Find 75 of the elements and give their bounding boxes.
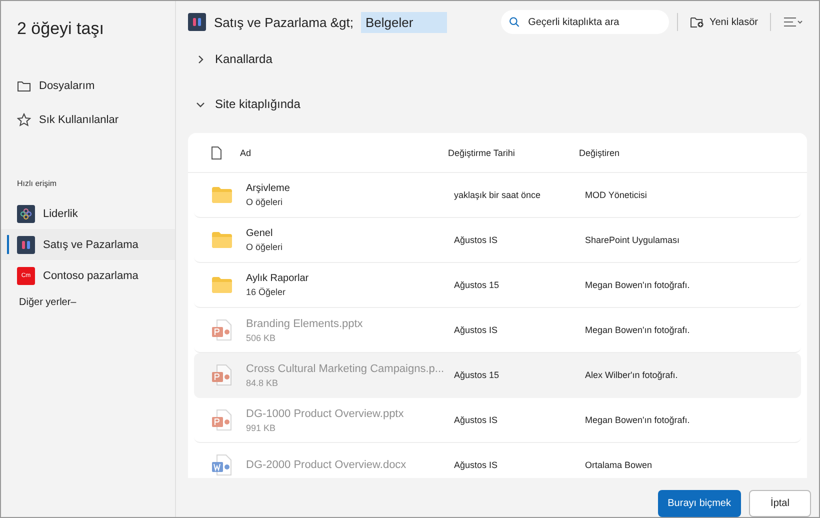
group-header[interactable]: Site kitaplığında [176,75,819,133]
modified-by: Megan Bowen'ın fotoğrafı. [585,280,691,290]
modified-date: Ağustos IS [454,460,499,470]
file-name: DG-2000 Product Overview.docx [246,459,408,471]
breadcrumb-link[interactable]: Satış ve Pazarlama &gt; [214,14,354,30]
dialog-title: 2 öğeyi taşı [16,19,105,39]
site-logo-icon [188,13,206,31]
group-label: Kanallarda [215,52,272,66]
sidebar-item[interactable]: Sık Kullanılanlar [1,103,175,137]
cancel-button[interactable]: İptal [749,490,811,517]
modified-date: Ağustos IS [454,235,499,245]
file-row[interactable]: Genel O öğeleri Ağustos IS SharePoint Uygulaması [194,218,801,263]
powerpoint-document-icon [211,319,233,341]
modified-date: Ağustos IS [454,325,499,335]
folder-icon [211,276,233,294]
file-name: Aylık Raporlar [246,273,310,284]
star-icon [17,113,31,127]
file-name: Arşivleme [246,183,291,194]
new-folder-button[interactable]: Yeni klasör [686,14,762,30]
menu-icon [783,17,803,27]
selection-indicator [7,235,9,254]
folder-icon [211,186,233,204]
search-icon [509,16,520,28]
file-detail: 506 KB [246,332,277,342]
column-header[interactable]: Değiştiren [579,148,807,158]
file-detail: O öğeleri [246,242,284,252]
group-label: Site kitaplığında [215,97,300,111]
modified-by: Ortalama Bowen [585,460,654,470]
file-row[interactable]: Aylık Raporlar 16 Öğeler Ağustos 15 Megan Bowen'ın fotoğrafı. [194,263,801,308]
modified-by: Megan Bowen'ın fotoğrafı. [585,415,691,425]
file-detail: O öğeleri [246,197,284,207]
modified-by: SharePoint Uygulaması [585,235,681,245]
modified-by: Alex Wilber'ın fotoğrafı. [585,370,679,380]
file-detail: 991 KB [246,422,277,432]
file-type-icon [210,146,222,160]
site-label: Satış ve Pazarlama [43,238,138,250]
powerpoint-document-icon [211,364,233,386]
file-detail: 16 Öğeler [246,287,287,297]
file-name: DG-1000 Product Overview.pptx [246,408,405,420]
search-field[interactable]: Geçerli kitaplıkta ara [526,16,662,28]
modified-date: Ağustos 15 [454,280,500,290]
folder-icon [211,231,233,249]
chevron-icon[interactable] [196,100,205,108]
site-label: Liderlik [43,208,78,220]
site-item[interactable]: Satış ve Pazarlama [1,229,175,260]
file-row[interactable]: Arşivleme O öğeleri yaklaşık bir saat önce MOD Yöneticisi [194,173,801,218]
modified-date: Ağustos IS [454,415,499,425]
column-header[interactable]: Ad [240,148,448,158]
file-name: Genel [246,228,274,239]
move-here-button[interactable]: Burayı biçmek [658,490,741,517]
site-logo-icon [17,204,35,222]
group-header[interactable]: Kanallarda [176,43,819,75]
more-places-link[interactable]: Diğer yerler– [1,297,175,308]
folder-add-icon [690,16,704,28]
modified-date: Ağustos 15 [454,370,500,380]
folder-icon [17,80,31,92]
site-label: Contoso pazarlama [43,270,138,282]
column-header[interactable]: Değiştirme Tarihi [448,148,579,158]
sidebar-item-label: Dosyalarım [39,80,95,92]
section-title: Hızlı erişim [16,179,58,188]
word-document-icon [211,454,233,476]
chevron-icon[interactable] [196,54,205,64]
file-detail: 84.8 KB [246,378,280,388]
site-item[interactable]: Liderlik [1,198,175,229]
search-box[interactable]: Geçerli kitaplıkta ara [501,10,670,34]
powerpoint-document-icon [211,409,233,431]
site-logo-icon [17,236,35,254]
file-name: Cross Cultural Marketing Campaigns.p... [246,362,446,374]
file-name: Branding Elements.pptx [246,318,364,330]
sidebar-item-label: Sık Kullanılanlar [39,114,118,126]
modified-by: Megan Bowen'ın fotoğrafı. [585,325,691,335]
modified-by: MOD Yöneticisi [585,190,648,200]
breadcrumb-current: Belgeler [361,12,448,32]
sidebar-item[interactable]: Dosyalarım [1,69,175,103]
modified-date: yaklaşık bir saat önce [454,190,542,200]
